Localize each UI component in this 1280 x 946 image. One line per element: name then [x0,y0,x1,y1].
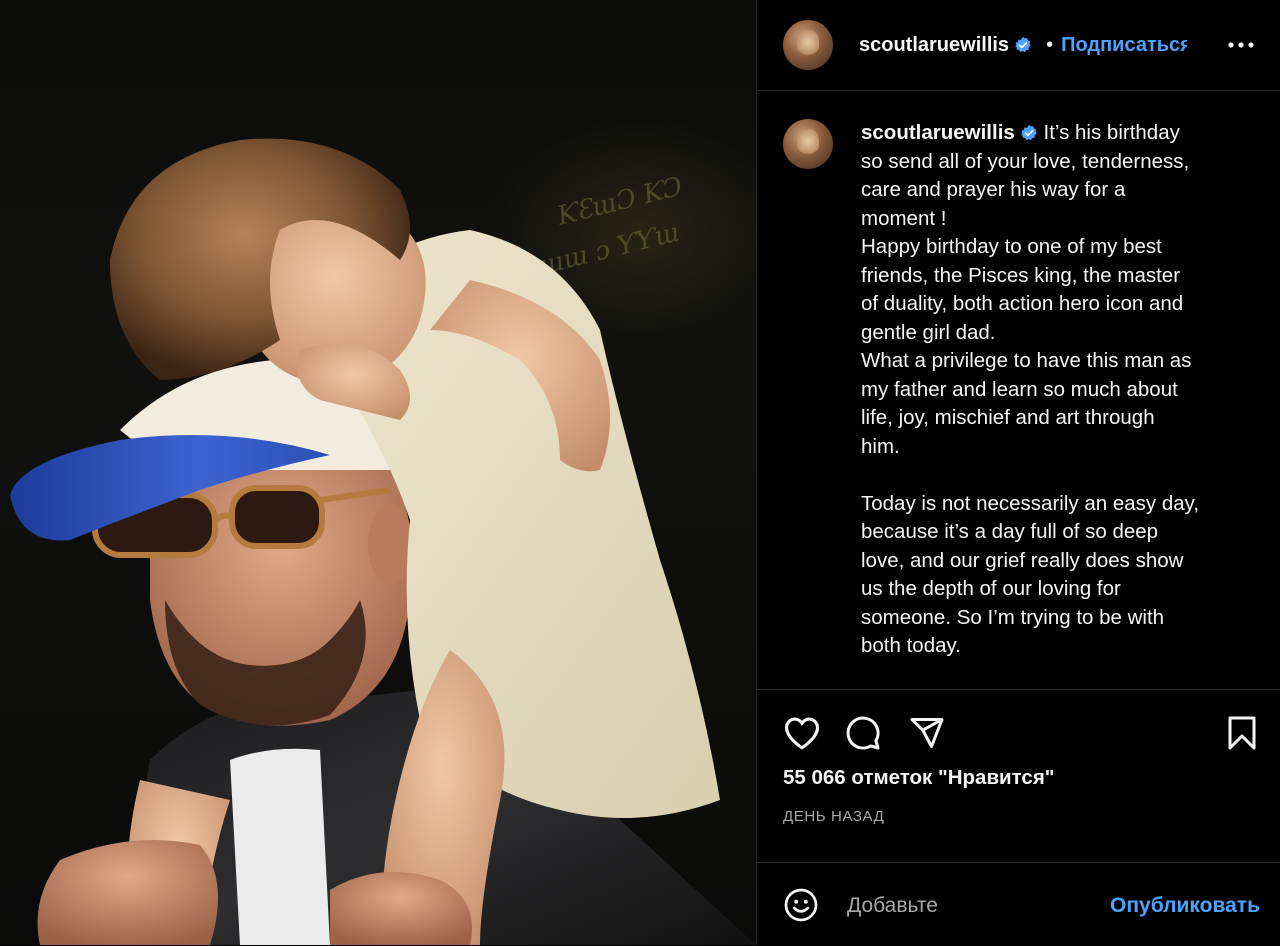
header-separator: • [1046,33,1054,56]
post-timestamp[interactable]: ДЕНЬ НАЗАД [783,808,884,825]
action-bar: 55 066 отметок "Нравится" ДЕНЬ НАЗАД Опу… [757,689,1280,945]
verified-badge-icon [1020,124,1037,141]
comment-bar: Опубликовать [757,862,1280,946]
publish-button[interactable]: Опубликовать [1110,894,1260,918]
caption-text: scoutlaruewillis It’s his birthday so se… [861,119,1256,661]
follow-button[interactable]: Подписаться [1061,34,1187,57]
caption-section: scoutlaruewillis It’s his birthday so se… [757,91,1280,689]
comment-icon[interactable] [845,715,881,751]
author-avatar[interactable] [783,20,833,70]
caption-body: It’s his birthday so send all of your lo… [861,121,1200,657]
emoji-icon[interactable] [783,887,819,923]
photo-illustration: ƘƐɯƆ ƘƆ ɯɯ ɔ ƳƳɯ [10,138,756,945]
post-header: scoutlaruewillis • Подписаться [757,0,1280,91]
post-photo[interactable]: ƘƐɯƆ ƘƆ ɯɯ ɔ ƳƳɯ [0,0,756,945]
verified-badge-icon [1015,36,1031,52]
likes-count[interactable]: 55 066 отметок "Нравится" [783,766,1055,790]
heart-icon[interactable] [783,716,821,750]
author-username[interactable]: scoutlaruewillis [859,34,1009,56]
post-side-panel: scoutlaruewillis • Подписаться scoutlaru… [757,0,1280,945]
svg-text:ɯɯ ɔ ƳƳɯ: ɯɯ ɔ ƳƳɯ [536,217,682,281]
author-username-wrap: scoutlaruewillis [859,34,1032,57]
send-icon[interactable] [909,715,945,751]
bookmark-icon[interactable] [1227,715,1257,751]
post-dialog: ƘƐɯƆ ƘƆ ɯɯ ɔ ƳƳɯ scoutlaruewillis • Подп… [0,0,1280,945]
comment-input[interactable] [845,885,1099,927]
caption-author-avatar[interactable] [783,119,833,169]
caption-username[interactable]: scoutlaruewillis [861,121,1015,144]
more-options-icon[interactable] [1228,34,1254,56]
